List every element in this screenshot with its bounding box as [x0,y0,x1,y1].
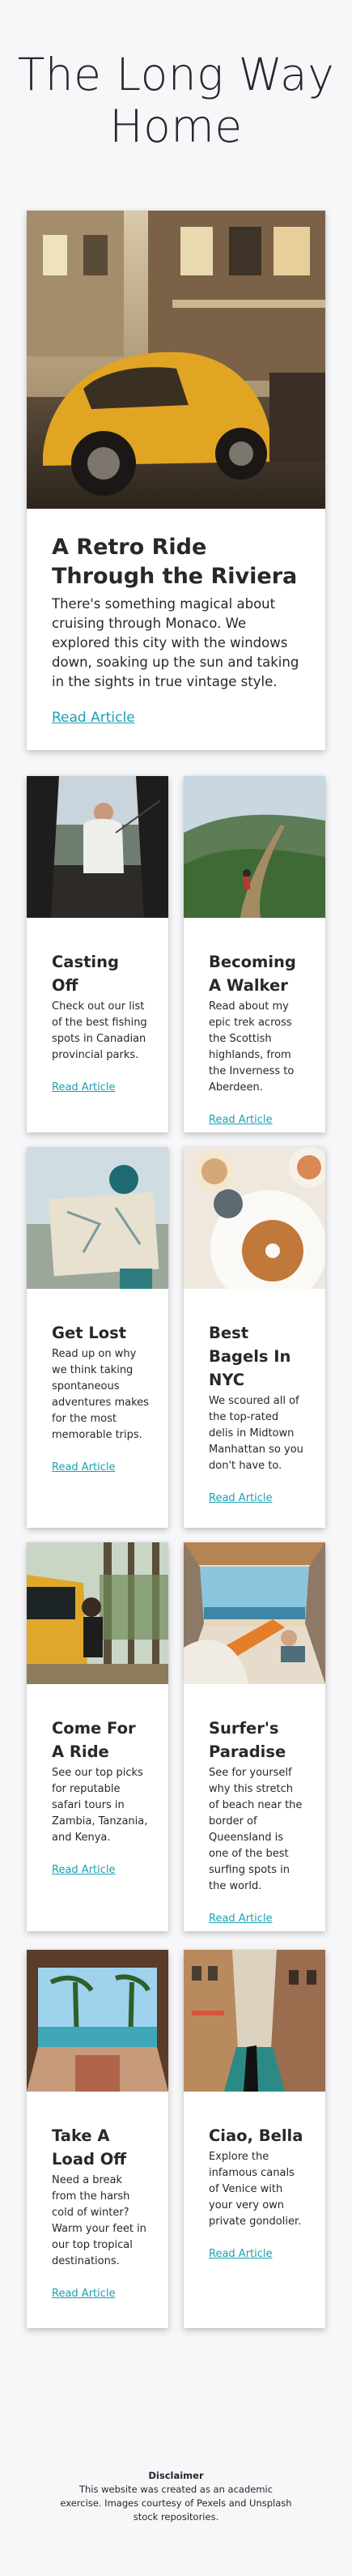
van-beach-view-photo [184,1542,325,1684]
article-card-best-bagels: Best Bagels In NYC We scoured all of the… [184,1147,325,1528]
featured-article-text: There's something magical about cruising… [52,596,299,689]
article-title: Ciao, Bella [209,2126,303,2145]
article-text: Check out our list of the best fishing s… [52,1000,147,1061]
read-article-link[interactable]: Read Article [52,1081,116,1094]
read-article-link[interactable]: Read Article [52,2288,116,2300]
article-card-ciao-bella: Ciao, Bella Explore the infamous canals … [184,1950,325,2328]
fishing-photo [27,776,168,918]
read-article-link[interactable]: Read Article [209,1913,273,1925]
hiking-ridge-photo [184,776,325,918]
article-card-take-a-load-off: Take A Load Off Need a break from the ha… [27,1950,168,2328]
article-text: Explore the infamous canals of Venice wi… [209,2151,302,2228]
read-article-link[interactable]: Read Article [209,2248,273,2260]
article-title: Casting Off [52,953,119,995]
featured-article-title: A Retro Ride Through the Riviera [52,535,298,589]
footer-text: This website was created as an academic … [60,2484,292,2523]
article-card-surfers-paradise: Surfer's Paradise See for yourself why t… [184,1542,325,1931]
featured-read-article-link[interactable]: Read Article [52,710,135,726]
article-title: Come For A Ride [52,1719,136,1761]
article-text: Need a break from the harsh cold of wint… [52,2174,146,2267]
featured-article-card: A Retro Ride Through the Riviera There's… [27,211,325,750]
article-card-casting-off: Casting Off Check out our list of the be… [27,776,168,1132]
map-reading-photo [27,1147,168,1289]
article-text: See for yourself why this stretch of bea… [209,1767,303,1892]
article-card-becoming-a-walker: Becoming A Walker Read about my epic tre… [184,776,325,1132]
article-title: Best Bagels In NYC [209,1324,291,1389]
article-card-come-for-a-ride: Come For A Ride See our top picks for re… [27,1542,168,1931]
article-title: Get Lost [52,1324,127,1342]
article-card-get-lost: Get Lost Read up on why we think taking … [27,1147,168,1528]
article-text: We scoured all of the top-rated delis in… [209,1395,303,1472]
footer: Disclaimer This website was created as a… [0,2469,352,2524]
bagel-breakfast-photo [184,1147,325,1289]
site-title: The Long Way Home [17,49,335,152]
read-article-link[interactable]: Read Article [209,1114,273,1126]
article-text: See our top picks for reputable safari t… [52,1767,148,1844]
article-title: Becoming A Walker [209,953,296,995]
tropical-pool-photo [27,1950,168,2092]
read-article-link[interactable]: Read Article [52,1461,116,1474]
article-title: Surfer's Paradise [209,1719,286,1761]
read-article-link[interactable]: Read Article [209,1492,273,1504]
read-article-link[interactable]: Read Article [52,1864,116,1876]
venice-canal-photo [184,1950,325,2092]
yellow-vintage-car-photo [27,211,325,509]
article-title: Take A Load Off [52,2126,127,2169]
yellow-van-forest-photo [27,1542,168,1684]
article-text: Read up on why we think taking spontaneo… [52,1348,149,1441]
footer-heading: Disclaimer [148,2470,204,2481]
article-text: Read about my epic trek across the Scott… [209,1000,295,1094]
